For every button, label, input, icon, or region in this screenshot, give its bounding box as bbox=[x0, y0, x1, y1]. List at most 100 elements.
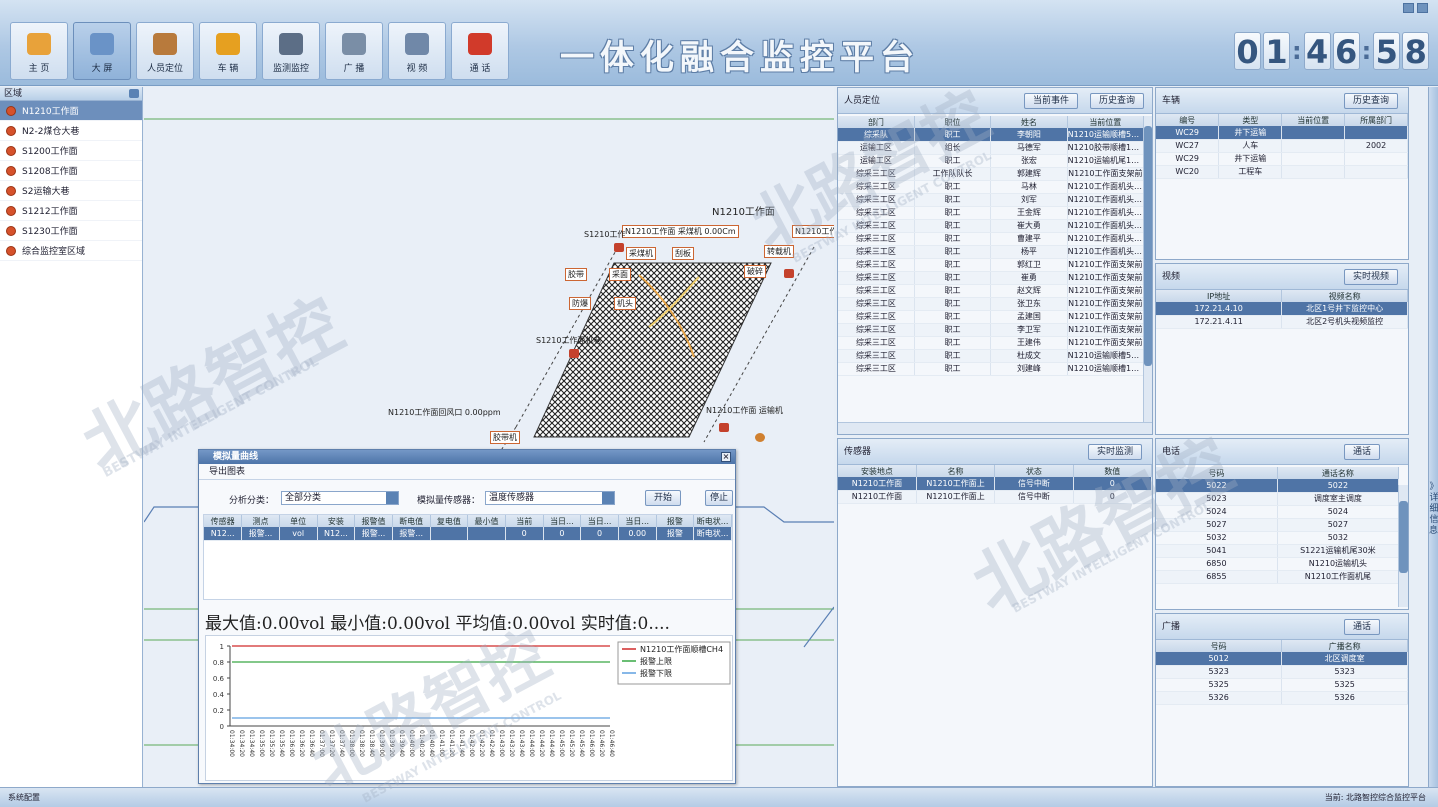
map-label[interactable]: N1210工作面 bbox=[792, 225, 834, 238]
nav-screen-button[interactable]: 大 屏 bbox=[73, 22, 131, 80]
table-row[interactable]: WC20 工程车 bbox=[1156, 165, 1408, 179]
table-row[interactable]: 5032 5032 bbox=[1156, 531, 1399, 545]
map-label[interactable]: 胶带机 bbox=[490, 431, 520, 444]
table-row[interactable]: 172.21.4.11 北区2号机头视频监控 bbox=[1156, 315, 1408, 329]
map-label[interactable]: 采面 bbox=[609, 268, 631, 281]
column-header[interactable]: 编号 bbox=[1156, 114, 1220, 126]
map-label[interactable]: 胶带 bbox=[565, 268, 587, 281]
map-label[interactable]: 机头 bbox=[614, 297, 636, 310]
scroll-thumb[interactable] bbox=[1144, 126, 1152, 366]
column-header[interactable]: 类型 bbox=[1218, 114, 1283, 126]
column-header[interactable]: 安装 bbox=[317, 515, 356, 527]
table-row[interactable]: 5325 5325 bbox=[1156, 678, 1408, 692]
column-header[interactable]: 状态 bbox=[994, 465, 1074, 477]
column-header[interactable]: 复电值 bbox=[430, 515, 469, 527]
table-row[interactable]: 5027 5027 bbox=[1156, 518, 1399, 532]
column-header[interactable]: 号码 bbox=[1156, 467, 1278, 479]
column-header[interactable]: 当日... bbox=[618, 515, 657, 527]
map-label[interactable]: 刮板 bbox=[672, 247, 694, 260]
map-label[interactable]: 转载机 bbox=[764, 245, 794, 258]
nav-vehicle-button[interactable]: 车 辆 bbox=[199, 22, 257, 80]
table-row[interactable]: N1210工作面 N1210工作面上 信号中断 0 bbox=[838, 490, 1152, 504]
table-row[interactable]: 5012 北区调度室 bbox=[1156, 652, 1408, 666]
column-header[interactable]: 报警 bbox=[656, 515, 695, 527]
table-row[interactable]: 综采三工区 工作队队长 郭建辉 N1210工作面支架前 bbox=[838, 167, 1144, 181]
tree-item[interactable]: S1200工作面 bbox=[0, 141, 142, 161]
realtime-video-button[interactable]: 实时视频 bbox=[1344, 269, 1399, 285]
table-row[interactable]: 运输工区 组长 马德军 N1210胶带顺槽150米 bbox=[838, 141, 1144, 155]
column-header[interactable]: 当前 bbox=[505, 515, 544, 527]
table-row[interactable]: 综采三工区 职工 杜成文 N1210运输顺槽50米 bbox=[838, 349, 1144, 363]
column-header[interactable]: 断电值 bbox=[392, 515, 431, 527]
column-header[interactable]: IP地址 bbox=[1156, 290, 1283, 302]
map-label[interactable]: 防爆 bbox=[569, 297, 591, 310]
staff-history-button[interactable]: 历史查询 bbox=[1090, 93, 1145, 109]
nav-monitor-button[interactable]: 监测监控 bbox=[262, 22, 320, 80]
column-header[interactable]: 部门 bbox=[838, 116, 915, 128]
camera-icon[interactable] bbox=[569, 349, 579, 358]
vehicle-history-button[interactable]: 历史查询 bbox=[1344, 93, 1399, 109]
table-row[interactable]: 综采三工区职工马林N1210工作面机头150米 bbox=[838, 180, 1144, 194]
column-header[interactable]: 广播名称 bbox=[1281, 640, 1408, 652]
table-row[interactable]: WC29 井下运输 bbox=[1156, 152, 1408, 166]
table-row[interactable]: 5022 5022 bbox=[1156, 479, 1399, 493]
table-row[interactable]: 5323 5323 bbox=[1156, 665, 1408, 679]
table-row[interactable]: WC29 井下运输 bbox=[1156, 126, 1408, 140]
column-header[interactable]: 姓名 bbox=[990, 116, 1068, 128]
table-row[interactable]: 运输工区 职工 张宏 N1210运输机尾15米 bbox=[838, 154, 1144, 168]
table-row[interactable]: N12... 报警... vol N12... 报警... 报警... 0 0 0 0.00 报警断… bbox=[204, 527, 732, 541]
camera-icon[interactable] bbox=[614, 243, 624, 252]
column-header[interactable]: 安装地点 bbox=[838, 465, 917, 477]
start-button[interactable]: 开始 bbox=[645, 490, 682, 506]
tree-item[interactable]: S1208工作面 bbox=[0, 161, 142, 181]
phone-scrollbar[interactable] bbox=[1398, 485, 1408, 607]
column-header[interactable]: 号码 bbox=[1156, 640, 1283, 652]
column-header[interactable]: 职位 bbox=[914, 116, 992, 128]
column-header[interactable]: 报警值 bbox=[354, 515, 393, 527]
map-label[interactable]: N1210工作面 采煤机 0.00Cm bbox=[622, 225, 739, 238]
sensor-select[interactable]: 温度传感器 bbox=[485, 491, 615, 505]
camera-icon[interactable] bbox=[719, 423, 729, 432]
tree-item[interactable]: N1210工作面 bbox=[0, 101, 142, 121]
system-config-link[interactable]: 系统配置 bbox=[8, 788, 40, 807]
column-header[interactable]: 当前位置 bbox=[1281, 114, 1346, 126]
nav-camera-button[interactable]: 视 频 bbox=[388, 22, 446, 80]
phone-call-button[interactable]: 通话 bbox=[1344, 444, 1381, 460]
nav-phone-button[interactable]: 通 话 bbox=[451, 22, 509, 80]
broadcast-call-button[interactable]: 通话 bbox=[1344, 619, 1381, 635]
column-header[interactable]: 通话名称 bbox=[1277, 467, 1399, 479]
column-header[interactable]: 当日... bbox=[543, 515, 582, 527]
table-row[interactable]: 5041 S1221运输机尾30米 bbox=[1156, 544, 1399, 558]
column-header[interactable]: 所属部门 bbox=[1344, 114, 1408, 126]
table-row[interactable]: 综采三工区 职工 赵文辉 N1210工作面支架前 bbox=[838, 284, 1144, 298]
tree-item[interactable]: S1212工作面 bbox=[0, 201, 142, 221]
column-header[interactable]: 单位 bbox=[279, 515, 318, 527]
table-row[interactable]: 172.21.4.10 北区1号井下监控中心 bbox=[1156, 302, 1408, 316]
table-row[interactable]: 5024 5024 bbox=[1156, 505, 1399, 519]
table-row[interactable]: 综采三工区 职工 刘建峰 N1210运输顺槽150米 bbox=[838, 362, 1144, 376]
table-row[interactable]: 综采三工区 职工 崔勇 N1210工作面支架前 bbox=[838, 271, 1144, 285]
table-row[interactable]: N1210工作面 N1210工作面上 信号中断 0 bbox=[838, 477, 1152, 491]
staff-hscrollbar[interactable] bbox=[838, 422, 1152, 434]
table-row[interactable]: 综采三工区 职工 王建伟 N1210工作面支架前 bbox=[838, 336, 1144, 350]
staff-scrollbar[interactable] bbox=[1143, 116, 1152, 422]
table-row[interactable]: 综采三工区职工崔大勇N1210工作面机头15米 bbox=[838, 219, 1144, 233]
column-header[interactable]: 当前位置 bbox=[1067, 116, 1144, 128]
nav-broadcast-button[interactable]: 广 播 bbox=[325, 22, 383, 80]
column-header[interactable]: 传感器 bbox=[204, 515, 243, 527]
close-icon[interactable]: × bbox=[721, 452, 731, 462]
table-row[interactable]: 5326 5326 bbox=[1156, 691, 1408, 705]
column-header[interactable]: 视频名称 bbox=[1281, 290, 1408, 302]
table-row[interactable]: 5023 调度室主调度 bbox=[1156, 492, 1399, 506]
table-row[interactable]: 综采三工区 职工 李卫军 N1210工作面支架前 bbox=[838, 323, 1144, 337]
map-label[interactable]: 破碎 bbox=[744, 265, 766, 278]
minimize-icon[interactable] bbox=[1403, 3, 1414, 13]
table-row[interactable]: 综采队 职工 李朝阳 N1210运输顺槽50米 bbox=[838, 128, 1144, 142]
close-icon[interactable] bbox=[1417, 3, 1428, 13]
table-row[interactable]: 综采三工区 职工 郭红卫 N1210工作面支架前 bbox=[838, 258, 1144, 272]
map-label[interactable]: 采煤机 bbox=[626, 247, 656, 260]
table-row[interactable]: 6850 N1210运输机头 bbox=[1156, 557, 1399, 571]
nav-home-button[interactable]: 主 页 bbox=[10, 22, 68, 80]
realtime-monitor-button[interactable]: 实时监测 bbox=[1088, 444, 1143, 460]
table-row[interactable]: 6855 N1210工作面机尾 bbox=[1156, 570, 1399, 584]
